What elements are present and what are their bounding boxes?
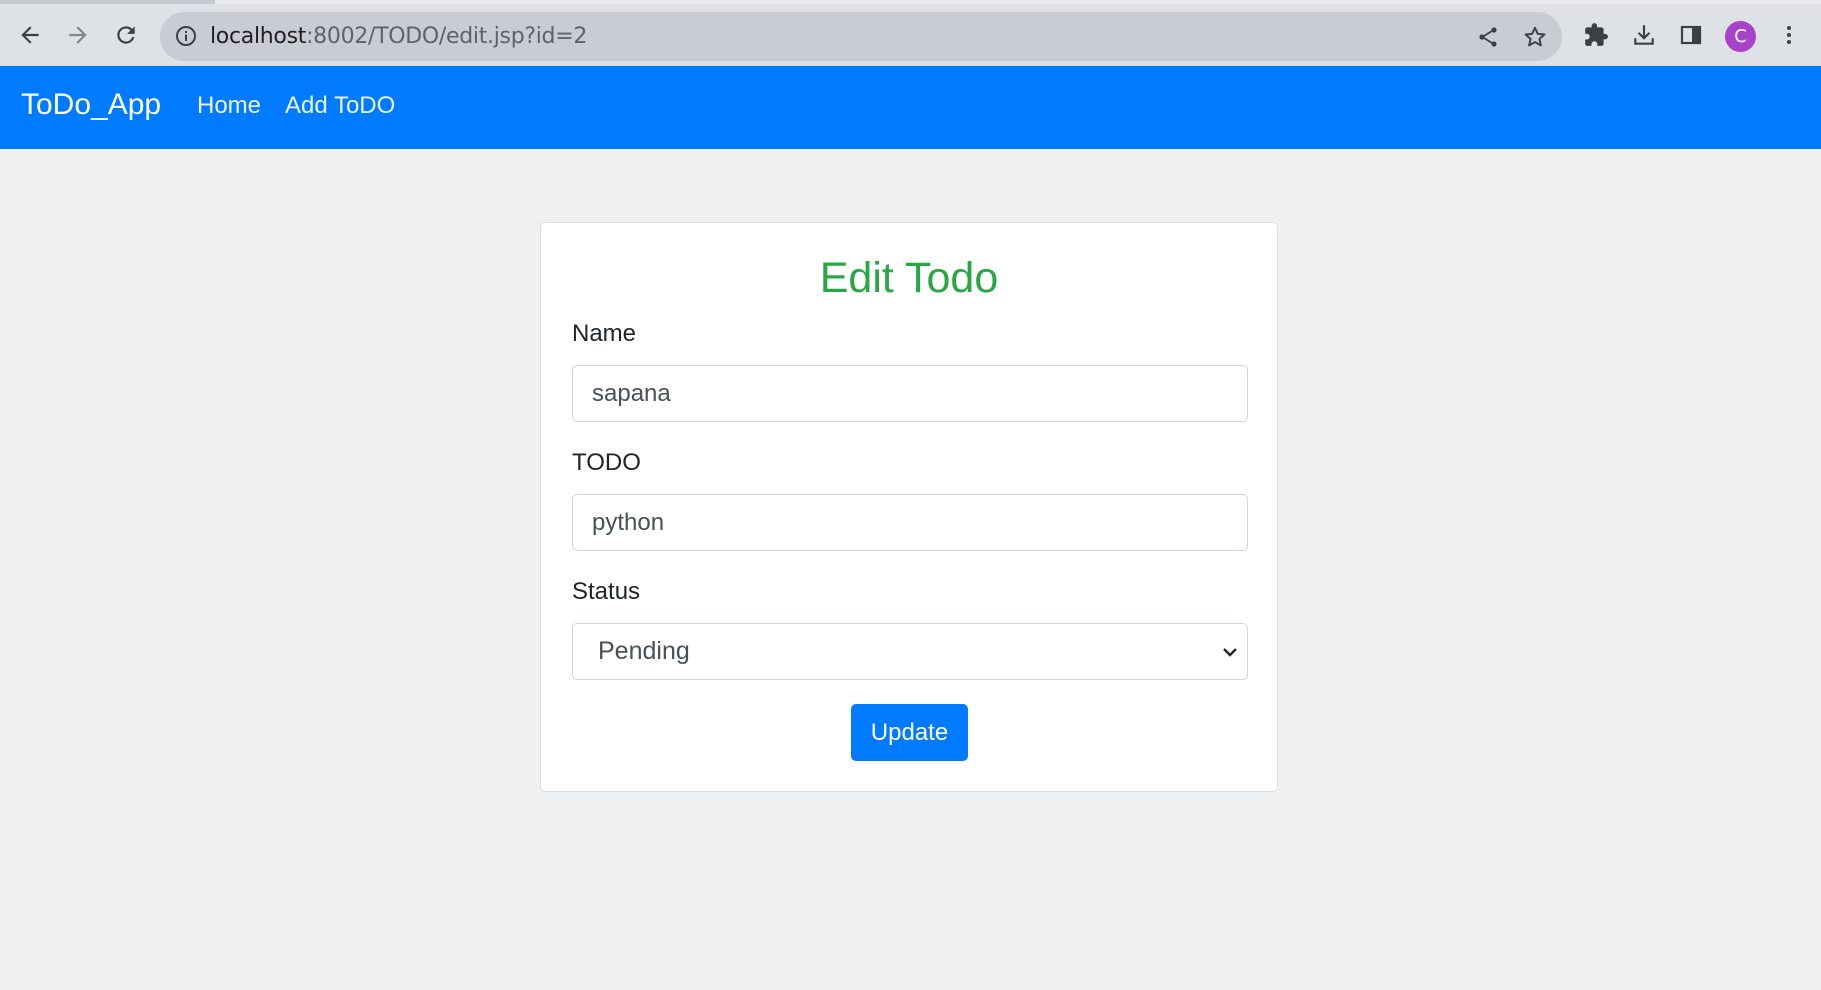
nav-link-add-todo[interactable]: Add ToDO: [285, 92, 395, 120]
side-panel-button[interactable]: [1676, 20, 1706, 50]
forward-arrow-icon: [69, 26, 87, 44]
bookmark-button[interactable]: [1521, 23, 1549, 51]
profile-avatar[interactable]: C: [1725, 21, 1756, 52]
todo-label: TODO: [572, 449, 641, 476]
form-title: Edit Todo: [819, 254, 999, 302]
todo-input[interactable]: [572, 494, 1248, 551]
edit-todo-card: Edit Todo Name TODO Status Pending Updat…: [540, 222, 1278, 792]
download-icon: [1634, 25, 1654, 45]
status-label: Status: [572, 578, 641, 605]
url-path: :8002/TODO/edit.jsp?id=2: [306, 24, 588, 49]
name-input[interactable]: [572, 365, 1248, 422]
extensions-button[interactable]: [1581, 20, 1611, 50]
url-host: localhost: [210, 24, 307, 49]
chevron-down-icon: [1223, 648, 1237, 657]
status-selected-value: Pending: [598, 637, 690, 665]
more-vertical-icon: [1787, 26, 1791, 44]
nav-link-home[interactable]: Home: [197, 92, 261, 120]
tab-strip: [215, 0, 1821, 4]
downloads-button[interactable]: [1629, 20, 1659, 50]
share-button[interactable]: [1474, 23, 1502, 51]
forward-button[interactable]: [61, 18, 95, 52]
browser-menu-button[interactable]: [1774, 20, 1804, 50]
browser-toolbar: localhost:8002/TODO/edit.jsp?id=2 C: [0, 0, 1821, 66]
update-button[interactable]: Update: [851, 704, 968, 761]
site-info-icon[interactable]: [174, 24, 198, 48]
name-label: Name: [572, 320, 637, 347]
reload-button[interactable]: [109, 18, 143, 52]
back-button[interactable]: [13, 18, 47, 52]
url-text: localhost:8002/TODO/edit.jsp?id=2: [210, 24, 587, 49]
share-icon: [1479, 27, 1497, 47]
side-panel-icon: [1680, 25, 1702, 45]
address-bar[interactable]: localhost:8002/TODO/edit.jsp?id=2: [160, 12, 1562, 61]
status-select[interactable]: Pending: [572, 623, 1248, 680]
brand-link[interactable]: ToDo_App: [21, 88, 161, 122]
back-arrow-icon: [21, 26, 39, 44]
app-navbar: ToDo_App Home Add ToDO: [0, 66, 1821, 149]
reload-icon: [117, 26, 135, 44]
puzzle-icon: [1585, 23, 1608, 46]
profile-initial: C: [1734, 26, 1747, 47]
star-icon: [1524, 26, 1546, 47]
